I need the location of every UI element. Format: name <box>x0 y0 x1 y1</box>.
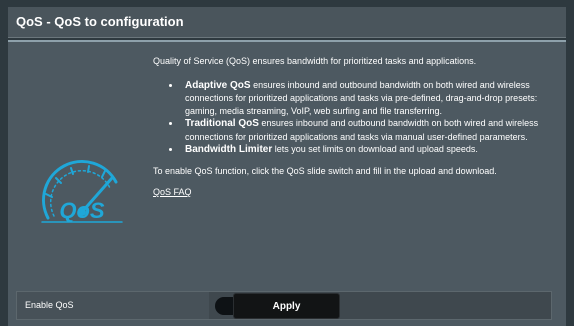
qos-speedometer-icon: QoS <box>34 152 130 238</box>
feature-text: lets you set limits on download and uplo… <box>272 144 478 154</box>
feature-item: Traditional QoS ensures inbound and outb… <box>181 117 553 143</box>
logo-text: QoS <box>59 198 105 223</box>
enable-qos-label: Enable QoS <box>25 300 74 310</box>
qos-description: Quality of Service (QoS) ensures bandwid… <box>153 55 553 199</box>
page-title: QoS - QoS to configuration <box>16 14 184 29</box>
feature-title: Bandwidth Limiter <box>185 144 273 155</box>
feature-list: Adaptive QoS ensures inbound and outboun… <box>153 79 553 157</box>
instruction-text: To enable QoS function, click the QoS sl… <box>153 165 497 176</box>
feature-title: Traditional QoS <box>185 118 259 129</box>
feature-title: Adaptive QoS <box>185 79 251 91</box>
panel-header: QoS - QoS to configuration <box>8 7 566 38</box>
feature-item: Adaptive QoS ensures inbound and outboun… <box>181 79 553 118</box>
qos-panel: QoS - QoS to configuration QoS Quality o… <box>0 0 574 326</box>
apply-button[interactable]: Apply <box>233 293 340 319</box>
qos-faq-link[interactable]: QoS FAQ <box>153 186 192 199</box>
panel-content: QoS Quality of Service (QoS) ensures ban… <box>8 42 566 326</box>
intro-text: Quality of Service (QoS) ensures bandwid… <box>153 56 477 66</box>
feature-item: Bandwidth Limiter lets you set limits on… <box>181 143 553 157</box>
